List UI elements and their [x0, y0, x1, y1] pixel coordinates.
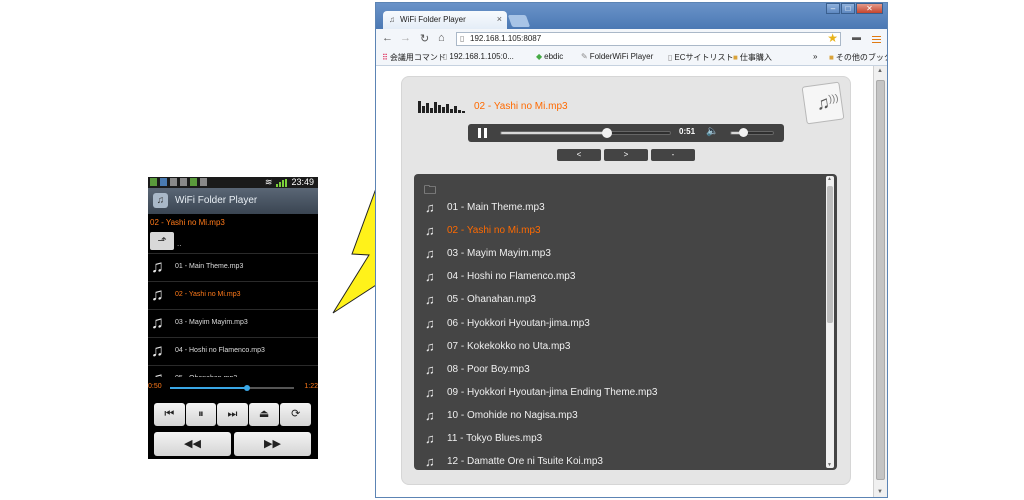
bookmarks-bar: ⠿ 会議用コマンド ▯ 192.168.1.105:0... ◆ ebdic ✎ Fol…: [376, 49, 887, 66]
new-tab-button[interactable]: [507, 15, 531, 27]
music-note-icon: ♫: [425, 315, 435, 331]
music-note-icon: ♫: [425, 200, 435, 215]
address-bar[interactable]: ▯ 192.168.1.105:8087 ★: [456, 31, 841, 46]
track-label: 10 - Omohide no Nagisa.mp3: [447, 409, 578, 421]
volume-knob[interactable]: [738, 128, 748, 137]
page-scrollbar[interactable]: ▲ ▼: [873, 66, 887, 497]
equalizer-icon: [418, 101, 468, 113]
track-list-item[interactable]: ♫ 08 - Poor Boy.mp3: [414, 359, 824, 382]
list-scrollbar[interactable]: ▲ ▼: [826, 176, 834, 468]
track-label: 06 - Hyokkori Hyoutan-jima.mp3: [447, 317, 590, 329]
page-icon: ▯: [460, 34, 465, 43]
music-note-icon: ♫: [425, 361, 435, 377]
track-list-item[interactable]: ♫ 01 - Main Theme.mp3: [414, 197, 824, 220]
track-list-item[interactable]: ♫ 11 - Tokyo Blues.mp3: [414, 428, 824, 451]
bookmark-item[interactable]: ⠿ 会議用コマンド: [382, 52, 446, 63]
track-label: 12 - Damatte Ore ni Tsuite Koi.mp3: [447, 456, 603, 468]
track-label: 05 - Ohanahan.mp3: [447, 294, 536, 306]
track-list-item[interactable]: ♫ 03 - Mayim Mayim.mp3: [414, 243, 824, 266]
track-list-item[interactable]: ♫ 05 - Ohanahan.mp3: [414, 289, 824, 312]
back-icon[interactable]: ←: [382, 32, 393, 44]
page-scroll-thumb[interactable]: [876, 80, 885, 480]
music-note-icon: ♫: [425, 454, 435, 470]
extension-icon[interactable]: ▬: [852, 32, 861, 42]
seek-bar[interactable]: [500, 128, 671, 138]
tab-close-icon[interactable]: ×: [497, 14, 502, 24]
list-scroll-thumb[interactable]: [827, 186, 833, 323]
browser-tab[interactable]: ♫ WiFi Folder Player ×: [383, 11, 507, 29]
tab-favicon-icon: ♫: [389, 15, 395, 24]
track-list-item[interactable]: ♫ 09 - Hyokkori Hyoutan-jima Ending Theme…: [414, 382, 824, 405]
track-label: 04 - Hoshi no Flamenco.mp3: [447, 271, 576, 283]
pause-button[interactable]: [478, 128, 488, 138]
browser-tab-bar: ♫ WiFi Folder Player × – □ ✕: [376, 3, 887, 29]
seek-knob[interactable]: [602, 128, 613, 138]
home-icon[interactable]: ⌂: [438, 32, 445, 44]
menu-icon[interactable]: [872, 36, 881, 43]
volume-icon[interactable]: 🔈: [706, 126, 718, 137]
bookmark-item[interactable]: ◆ ebdic: [536, 52, 563, 61]
bookmark-star-icon[interactable]: ★: [827, 31, 838, 45]
page-content: 02 - Yashi no Mi.mp3 ♫))) 0:51 🔈 < > - 🗀…: [376, 66, 873, 497]
reload-icon[interactable]: ↻: [420, 32, 429, 45]
browser-window: ♫ WiFi Folder Player × – □ ✕ ← → ↻ ⌂ ▯ 1…: [375, 2, 888, 498]
scroll-up-arrow[interactable]: ▲: [827, 176, 832, 182]
bookmark-item[interactable]: ▯ 192.168.1.105:0...: [443, 52, 514, 61]
maximize-button[interactable]: □: [841, 3, 855, 14]
music-note-icon: ♫: [425, 338, 435, 354]
track-list-item[interactable]: ♫ 06 - Hyokkori Hyoutan-jima.mp3: [414, 313, 824, 336]
music-note-icon: ♫: [425, 246, 435, 262]
music-note-icon: ♫: [425, 223, 435, 239]
track-list-item[interactable]: ♫ 12 - Damatte Ore ni Tsuite Koi.mp3: [414, 451, 824, 470]
music-note-icon: ♫: [425, 407, 435, 423]
next-button[interactable]: >: [604, 149, 648, 161]
track-list-item[interactable]: ♫ 02 - Yashi no Mi.mp3: [414, 220, 824, 243]
track-list-item[interactable]: ♫ 10 - Omohide no Nagisa.mp3: [414, 405, 824, 428]
player-panel: 02 - Yashi no Mi.mp3 ♫))) 0:51 🔈 < > - 🗀…: [401, 76, 851, 485]
audio-player: 0:51 🔈: [468, 124, 784, 142]
minimize-button[interactable]: –: [826, 3, 840, 14]
forward-icon[interactable]: →: [400, 32, 411, 44]
track-label: 02 - Yashi no Mi.mp3: [447, 225, 541, 237]
previous-button[interactable]: <: [557, 149, 601, 161]
page-scroll-down[interactable]: ▼: [877, 489, 883, 495]
music-note-icon: ♫: [425, 269, 435, 285]
volume-slider[interactable]: [730, 128, 774, 137]
track-label: 08 - Poor Boy.mp3: [447, 363, 530, 375]
bookmark-folder[interactable]: ■ 仕事購入: [733, 52, 772, 63]
track-label: 03 - Mayim Mayim.mp3: [447, 248, 551, 260]
track-label: 11 - Tokyo Blues.mp3: [447, 433, 543, 444]
other-bookmarks-folder[interactable]: ■その他のブックマーク: [829, 52, 887, 63]
bookmarks-overflow[interactable]: »: [813, 52, 817, 61]
stop-button[interactable]: -: [651, 149, 695, 161]
music-note-icon: ♫: [425, 384, 435, 400]
wifi-folder-logo-icon: ♫))): [801, 81, 845, 125]
browser-toolbar: ← → ↻ ⌂ ▯ 192.168.1.105:8087 ★ ▬: [376, 29, 887, 49]
track-label: 07 - Kokekokko no Uta.mp3: [447, 340, 571, 352]
page-scroll-up[interactable]: ▲: [877, 68, 883, 74]
track-label: 01 - Main Theme.mp3: [447, 202, 545, 213]
now-playing-title: 02 - Yashi no Mi.mp3: [474, 101, 568, 112]
track-list: 🗀 ▲ ▼ ♫ 01 - Main Theme.mp3 ♫ 02 - Yashi no…: [414, 174, 837, 470]
elapsed-time: 0:51: [679, 127, 696, 136]
bookmark-item[interactable]: ▯ ECサイトリスト: [668, 52, 734, 63]
address-text: 192.168.1.105:8087: [470, 34, 542, 43]
music-note-icon: ♫: [425, 431, 435, 446]
bookmark-item[interactable]: ✎ FolderWiFi Player: [581, 52, 653, 61]
scroll-down-arrow[interactable]: ▼: [827, 462, 832, 468]
music-note-icon: ♫: [425, 292, 435, 308]
close-window-button[interactable]: ✕: [856, 3, 883, 14]
track-list-item[interactable]: ♫ 07 - Kokekokko no Uta.mp3: [414, 336, 824, 359]
track-label: 09 - Hyokkori Hyoutan-jima Ending Theme.…: [447, 386, 658, 398]
tab-title: WiFi Folder Player: [400, 15, 466, 24]
track-list-item[interactable]: ♫ 04 - Hoshi no Flamenco.mp3: [414, 266, 824, 289]
